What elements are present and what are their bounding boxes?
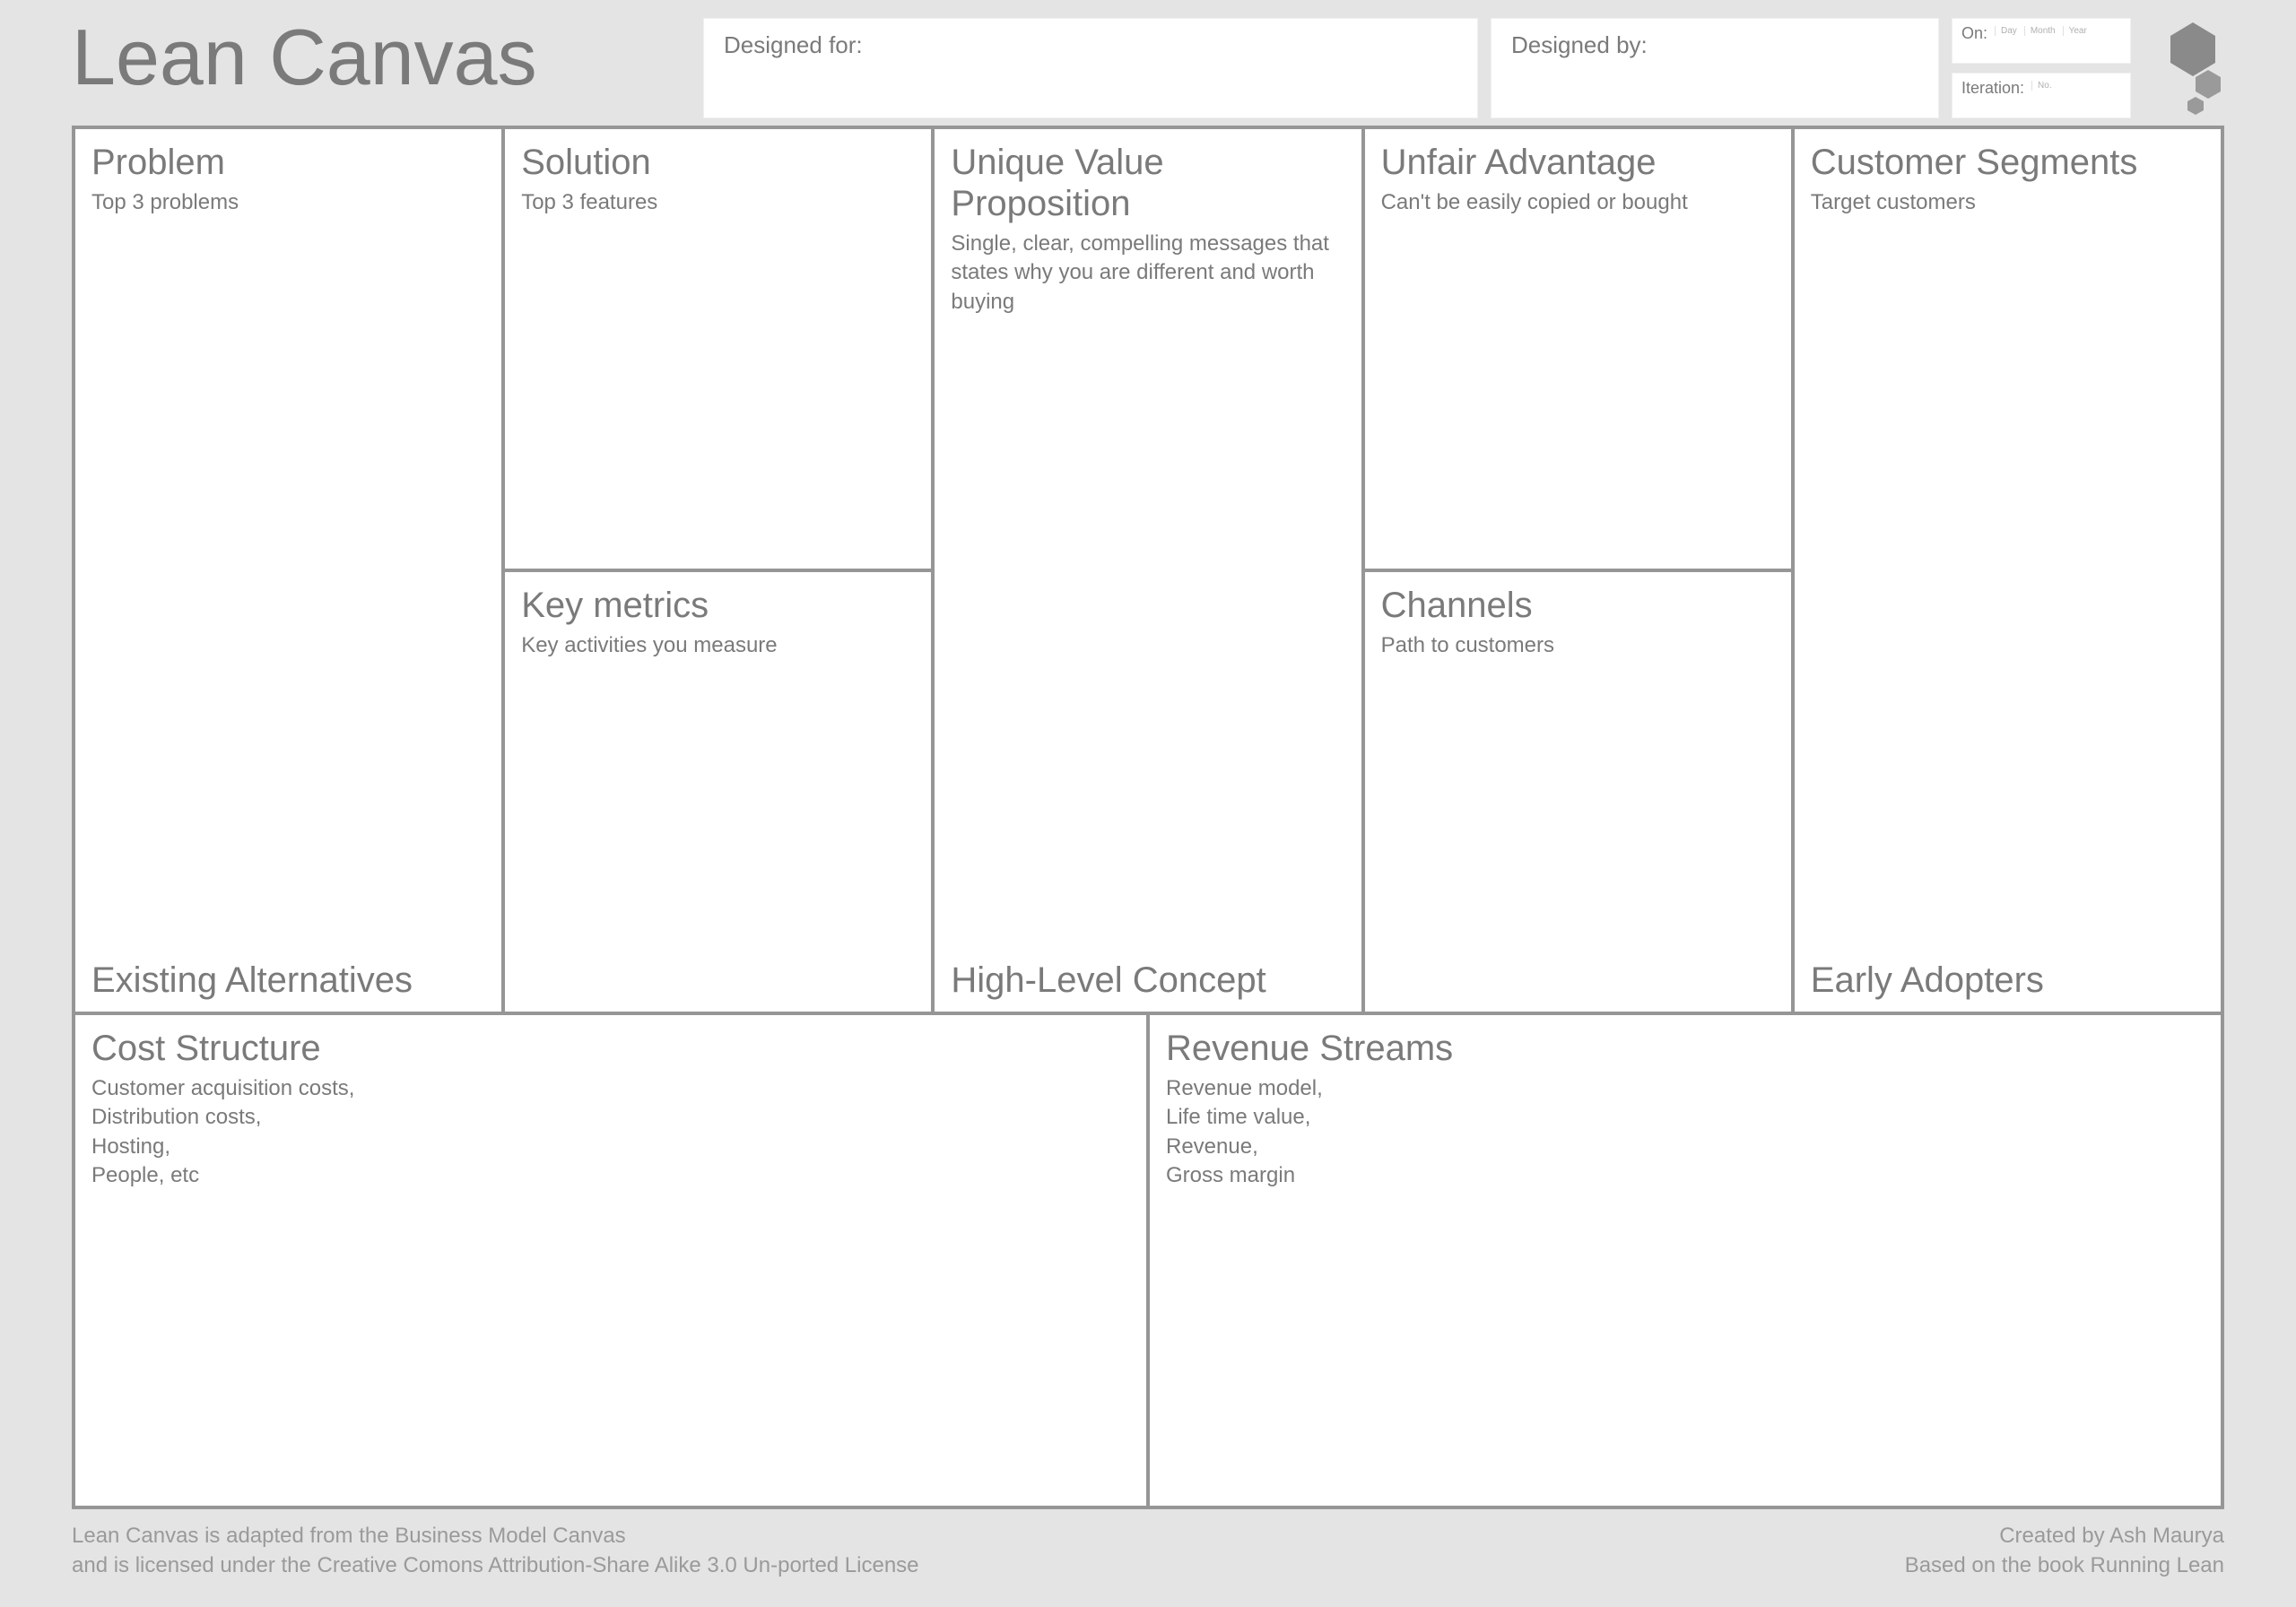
problem-cell[interactable]: Problem Top 3 problems Existing Alternat… (75, 129, 501, 1012)
customer-segments-cell[interactable]: Customer Segments Target customers Early… (1795, 129, 2221, 1012)
footer-license-line1: Lean Canvas is adapted from the Business… (72, 1522, 919, 1551)
revenue-streams-title: Revenue Streams (1166, 1028, 2205, 1069)
footer: Lean Canvas is adapted from the Business… (72, 1509, 2224, 1580)
iteration-label: Iteration: (1961, 79, 2024, 98)
designed-for-box[interactable]: Designed for: (703, 18, 1478, 118)
page-title: Lean Canvas (72, 18, 691, 118)
solution-title: Solution (521, 142, 915, 183)
channels-subtitle: Path to customers (1381, 631, 1775, 660)
key-metrics-title: Key metrics (521, 585, 915, 626)
cost-structure-title: Cost Structure (91, 1028, 1130, 1069)
iteration-box[interactable]: Iteration: No. (1952, 73, 2131, 118)
unfair-advantage-subtitle: Can't be easily copied or bought (1381, 188, 1775, 217)
meta-column: On: Day Month Year Iteration: No. (1952, 18, 2131, 118)
hexagon-decoration-icon (2144, 18, 2224, 118)
problem-subtitle: Top 3 problems (91, 188, 485, 217)
on-day-label: Day (1995, 26, 2017, 36)
early-adopters-title: Early Adopters (1811, 960, 2205, 1001)
channels-cell[interactable]: Channels Path to customers (1365, 572, 1791, 1012)
customer-segments-subtitle: Target customers (1811, 188, 2205, 217)
footer-license: Lean Canvas is adapted from the Business… (72, 1522, 919, 1580)
footer-license-line2: and is licensed under the Creative Comon… (72, 1551, 919, 1580)
on-year-label: Year (2063, 26, 2087, 36)
uvp-title: Unique Value Proposition (951, 142, 1344, 224)
solution-subtitle: Top 3 features (521, 188, 915, 217)
footer-credits-line1: Created by Ash Maurya (1905, 1522, 2224, 1551)
on-month-label: Month (2024, 26, 2056, 36)
key-metrics-subtitle: Key activities you measure (521, 631, 915, 660)
footer-credits-line2: Based on the book Running Lean (1905, 1551, 2224, 1580)
designed-by-label: Designed by: (1511, 31, 1648, 58)
header: Lean Canvas Designed for: Designed by: O… (72, 18, 2224, 118)
customer-segments-title: Customer Segments (1811, 142, 2205, 183)
revenue-streams-subtitle: Revenue model, Life time value, Revenue,… (1166, 1074, 2205, 1191)
existing-alternatives-title: Existing Alternatives (91, 960, 485, 1001)
canvas-grid: Problem Top 3 problems Existing Alternat… (72, 126, 2224, 1509)
uvp-cell[interactable]: Unique Value Proposition Single, clear, … (935, 129, 1361, 1012)
designed-for-label: Designed for: (724, 31, 863, 58)
footer-credits: Created by Ash Maurya Based on the book … (1905, 1522, 2224, 1580)
high-level-concept-title: High-Level Concept (951, 960, 1344, 1001)
unfair-advantage-cell[interactable]: Unfair Advantage Can't be easily copied … (1365, 129, 1791, 569)
uvp-subtitle: Single, clear, compelling messages that … (951, 230, 1344, 317)
on-label: On: (1961, 24, 1987, 43)
key-metrics-cell[interactable]: Key metrics Key activities you measure (505, 572, 931, 1012)
channels-title: Channels (1381, 585, 1775, 626)
designed-by-box[interactable]: Designed by: (1491, 18, 1939, 118)
iteration-no-label: No. (2031, 81, 2052, 91)
on-date-box[interactable]: On: Day Month Year (1952, 18, 2131, 64)
cost-structure-cell[interactable]: Cost Structure Customer acquisition cost… (75, 1015, 1146, 1506)
unfair-advantage-title: Unfair Advantage (1381, 142, 1775, 183)
cost-structure-subtitle: Customer acquisition costs, Distribution… (91, 1074, 1130, 1191)
solution-cell[interactable]: Solution Top 3 features (505, 129, 931, 569)
revenue-streams-cell[interactable]: Revenue Streams Revenue model, Life time… (1150, 1015, 2221, 1506)
problem-title: Problem (91, 142, 485, 183)
